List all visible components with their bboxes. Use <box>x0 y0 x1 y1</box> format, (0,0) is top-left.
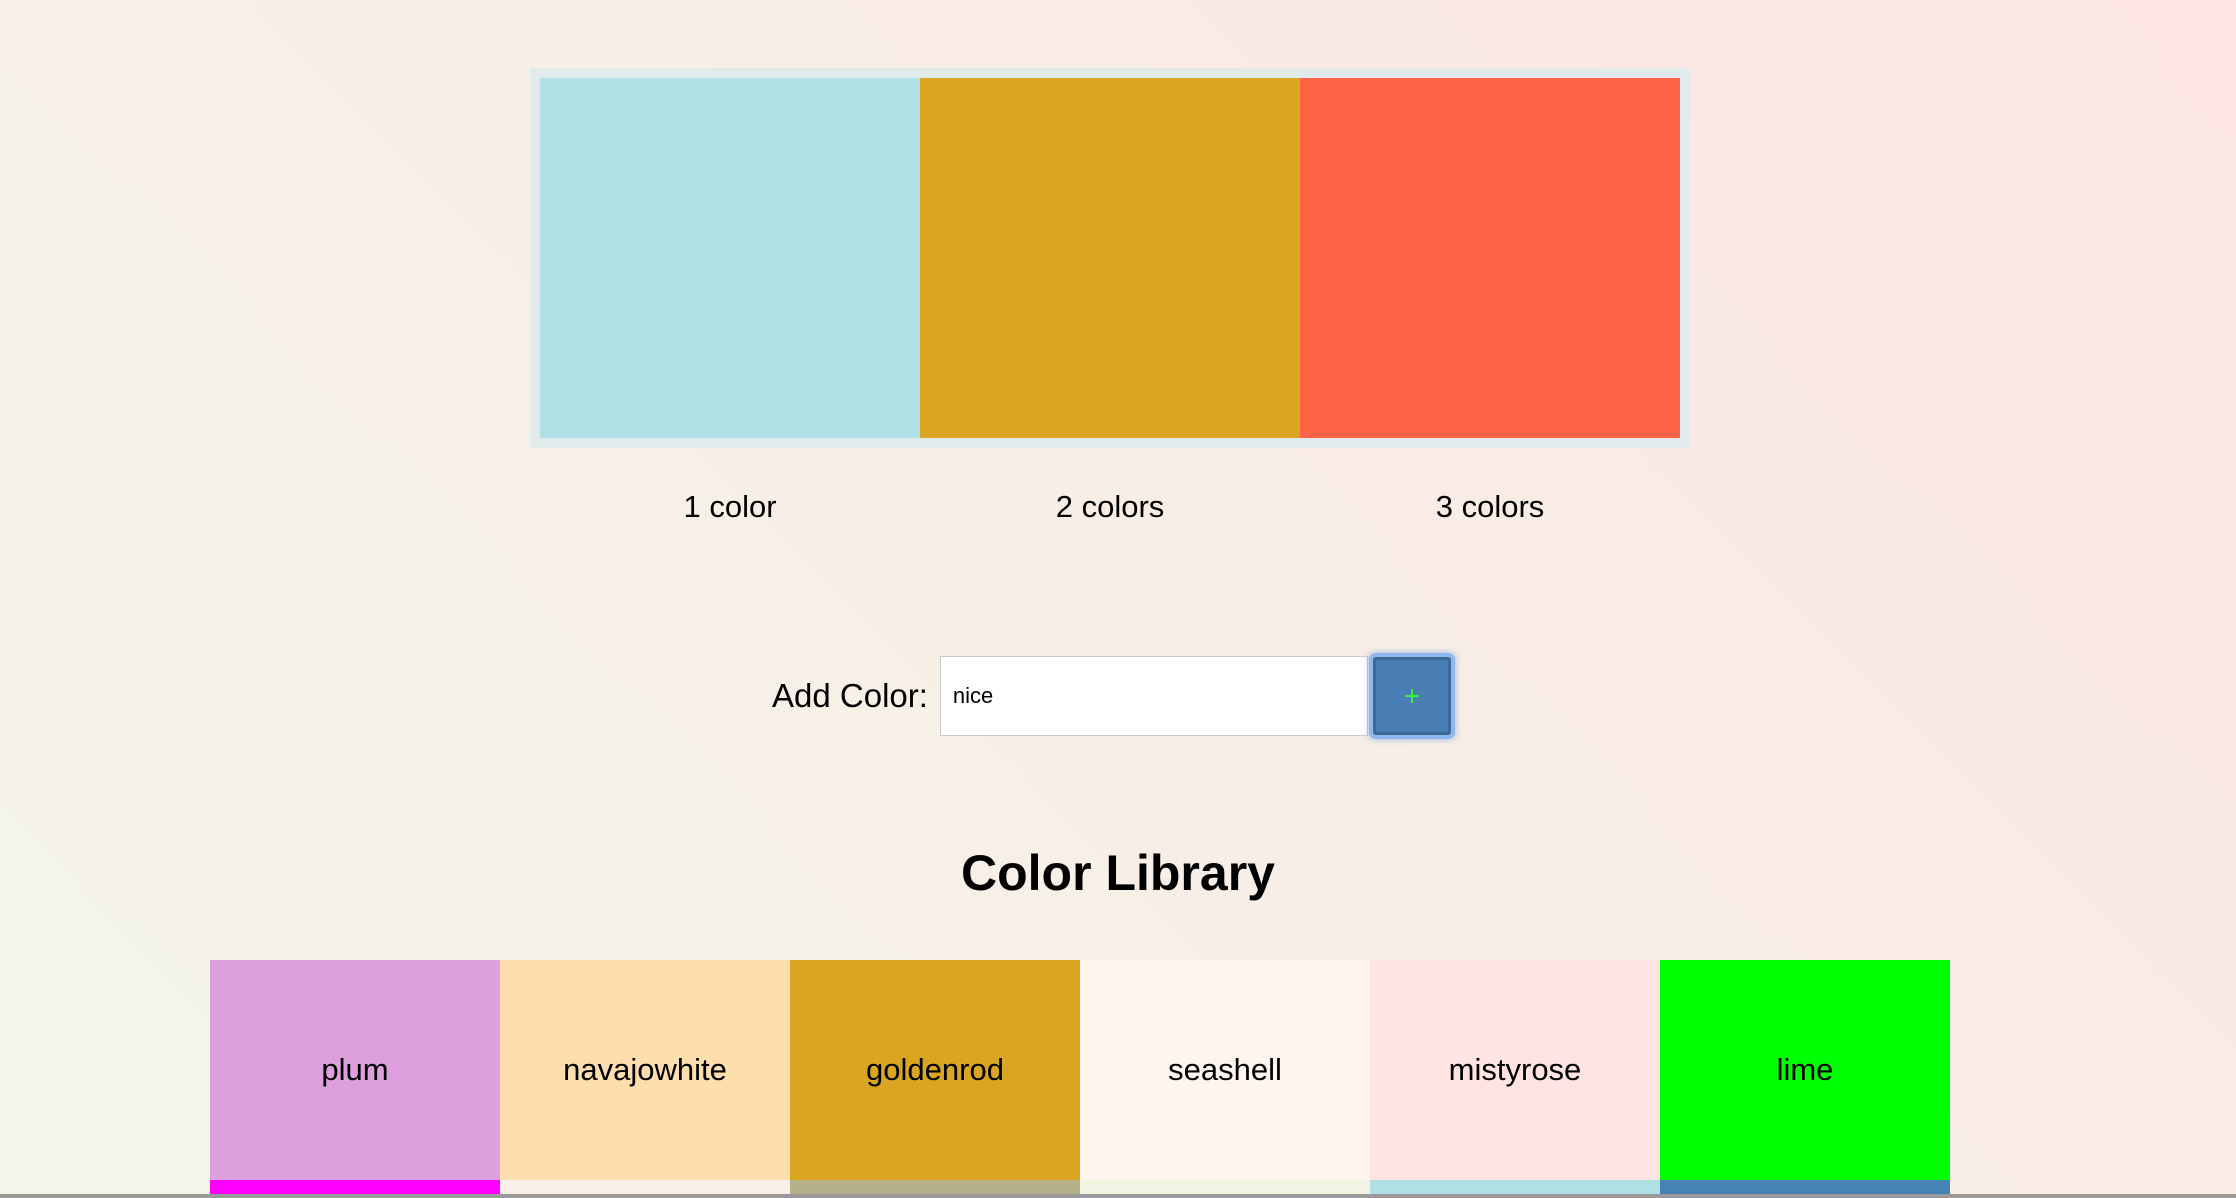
add-color-row: Add Color: + <box>772 655 1451 737</box>
library-tile-seashell[interactable]: seashell <box>1080 960 1370 1180</box>
library-tile-navajowhite[interactable]: navajowhite <box>500 960 790 1180</box>
library-tile-mistyrose[interactable]: mistyrose <box>1370 960 1660 1180</box>
palette-label-2: 2 colors <box>1055 489 1165 524</box>
add-color-button[interactable]: + <box>1372 657 1451 735</box>
library-tile-label: goldenrod <box>866 1052 1004 1087</box>
palette-frame <box>530 68 1690 448</box>
add-color-input[interactable] <box>939 656 1368 736</box>
library-tile-goldenrod[interactable]: goldenrod <box>790 960 1080 1180</box>
palette-swatch-1[interactable] <box>540 78 920 438</box>
palette-swatch-2[interactable] <box>920 78 1300 438</box>
library-tile-lime[interactable]: lime <box>1660 960 1950 1180</box>
color-library-grid: plum navajowhite goldenrod seashell mist… <box>210 960 1950 1180</box>
library-tile-label: seashell <box>1168 1052 1282 1087</box>
library-title: Color Library <box>961 845 1275 901</box>
palette-labels: 1 color 2 colors 3 colors <box>540 485 1680 529</box>
palette-preview <box>540 78 1680 438</box>
add-color-label: Add Color: <box>772 677 928 714</box>
library-tile-label: plum <box>321 1052 389 1087</box>
library-tile-label: lime <box>1776 1052 1834 1087</box>
library-tile-label: navajowhite <box>563 1052 727 1087</box>
plus-icon: + <box>1402 683 1422 709</box>
palette-label-3: 3 colors <box>1435 489 1545 524</box>
window-bottom-edge <box>0 1194 2236 1198</box>
palette-swatch-3[interactable] <box>1300 78 1680 438</box>
library-tile-label: mistyrose <box>1448 1052 1582 1087</box>
library-tile-plum[interactable]: plum <box>210 960 500 1180</box>
palette-label-1: 1 color <box>683 489 777 524</box>
